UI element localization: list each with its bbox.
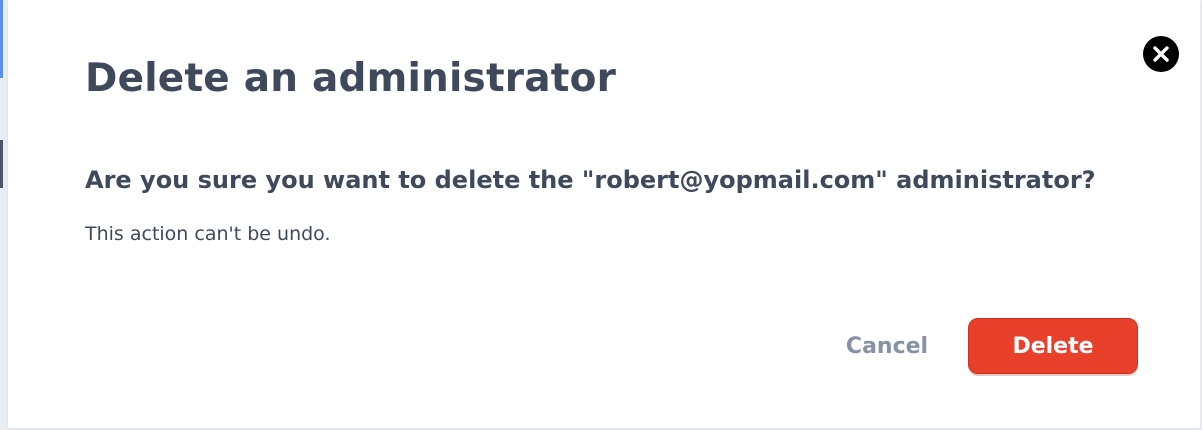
cancel-button[interactable]: Cancel (826, 320, 948, 372)
warning-note: This action can't be undo. (85, 223, 331, 245)
close-icon (1153, 46, 1169, 62)
delete-administrator-dialog: Delete an administrator Are you sure you… (8, 0, 1200, 428)
confirmation-question: Are you sure you want to delete the "rob… (85, 166, 1096, 194)
close-button[interactable] (1143, 36, 1179, 72)
backdrop-accent-bar (0, 0, 3, 78)
backdrop-edge-mark (0, 140, 3, 188)
delete-button[interactable]: Delete (968, 318, 1138, 374)
dialog-title: Delete an administrator (85, 56, 617, 101)
